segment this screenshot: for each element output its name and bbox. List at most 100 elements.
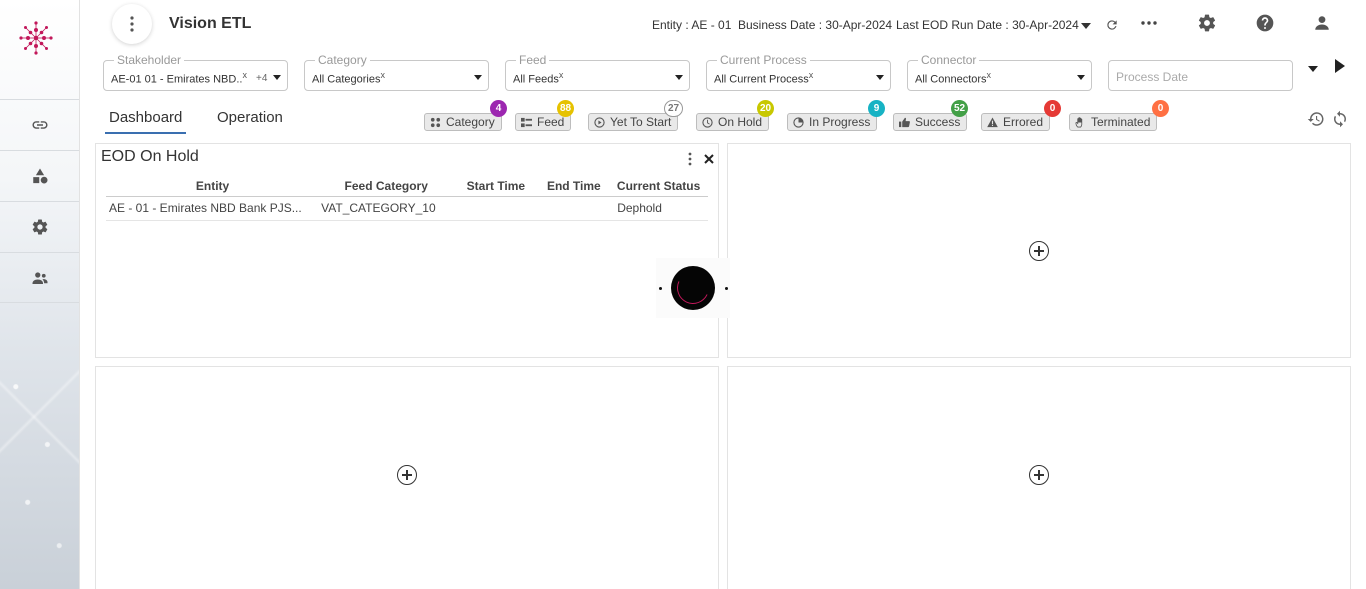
spinner-dot (659, 287, 662, 290)
cell-current-status: Dephold (609, 196, 708, 221)
chip-feed-count: 88 (557, 100, 575, 117)
empty-widget-panel-2 (95, 366, 719, 589)
tab-operation[interactable]: Operation (217, 109, 283, 134)
column-header-end-time[interactable]: End Time (538, 177, 610, 197)
chip-on-hold-count: 20 (757, 100, 775, 117)
chip-terminated[interactable]: Terminated (1069, 113, 1158, 131)
app-title: Vision ETL (169, 15, 252, 32)
empty-widget-panel-3 (727, 366, 1351, 589)
chip-category-label: Category (446, 115, 495, 129)
stakeholder-more-count: +4 (256, 73, 268, 84)
last-eod-info: Last EOD Run Date : 30-Apr-2024 (896, 18, 1079, 32)
category-value: All Categoriesx (312, 70, 385, 86)
entity-info: Entity : AE - 01 (652, 18, 731, 32)
main-menu-button[interactable] (112, 4, 152, 44)
sidebar-item-settings[interactable] (0, 201, 79, 252)
column-header-current-status[interactable]: Current Status (609, 177, 708, 197)
chip-in-progress[interactable]: In Progress (787, 113, 878, 131)
category-clear[interactable]: x (380, 70, 385, 80)
more-button[interactable] (1139, 13, 1159, 33)
user-profile-button[interactable] (1312, 13, 1332, 33)
apply-filter-button[interactable] (1335, 59, 1345, 73)
add-widget-button[interactable] (1029, 241, 1049, 261)
cell-end-time (538, 196, 610, 221)
business-date-label: Business Date : (738, 18, 823, 32)
connector-select[interactable]: Connector All Connectorsx (907, 53, 1092, 91)
chip-yet-to-start-count: 27 (664, 100, 684, 117)
dashboard-tools (1307, 110, 1349, 128)
entity-dropdown-button[interactable] (1076, 16, 1096, 36)
help-button[interactable] (1255, 13, 1275, 33)
panel-title: EOD On Hold (101, 148, 199, 165)
sidebar-item-users[interactable] (0, 252, 79, 303)
gear-icon (1198, 14, 1216, 32)
app-logo[interactable] (16, 18, 56, 58)
feed-select[interactable]: Feed All Feedsx (505, 53, 690, 91)
chip-category[interactable]: Category (424, 113, 502, 131)
category-value-text: All Categories (312, 73, 381, 86)
column-header-entity[interactable]: Entity (106, 177, 320, 197)
table-header-row: Entity Feed Category Start Time End Time… (106, 177, 708, 197)
hand-icon (1075, 116, 1083, 127)
chip-errored[interactable]: Errored (981, 113, 1051, 131)
connector-clear[interactable]: x (987, 70, 992, 80)
chip-category-count: 4 (490, 100, 507, 117)
current-process-select[interactable]: Current Process All Current Processx (706, 53, 891, 91)
sidebar-item-link[interactable] (0, 99, 79, 150)
chip-feed-label: Feed (537, 115, 565, 129)
close-icon[interactable] (704, 154, 714, 164)
current-process-clear[interactable]: x (809, 70, 814, 80)
history-icon[interactable] (1307, 110, 1325, 128)
gear-icon (32, 219, 48, 235)
caret-down-icon (474, 75, 482, 80)
chip-success-count: 52 (951, 100, 969, 117)
shapes-icon (33, 168, 48, 184)
spinner-icon (671, 266, 715, 310)
chip-in-progress-label: In Progress (809, 115, 871, 129)
chip-yet-to-start[interactable]: Yet To Start (588, 113, 679, 131)
refresh-button[interactable] (1102, 15, 1122, 35)
stakeholder-label: Stakeholder (114, 53, 185, 67)
process-date-input[interactable]: Process Date (1108, 60, 1293, 91)
business-date-value: 30-Apr-2024 (825, 18, 893, 32)
process-date-placeholder: Process Date (1116, 70, 1189, 84)
chip-in-progress-count: 9 (868, 100, 885, 117)
sidebar (0, 0, 80, 589)
feed-value-text: All Feeds (513, 73, 559, 86)
more-horizontal-icon (1141, 21, 1157, 25)
tab-dashboard[interactable]: Dashboard (105, 109, 187, 134)
cell-feed-category: VAT_CATEGORY_10 (319, 196, 454, 221)
user-icon (1315, 16, 1329, 30)
add-widget-button[interactable] (1029, 465, 1049, 485)
category-select[interactable]: Category All Categoriesx (304, 53, 489, 91)
current-process-value-text: All Current Process (714, 73, 809, 86)
sync-icon[interactable] (1331, 110, 1349, 128)
table-row[interactable]: AE - 01 - Emirates NBD Bank PJS... VAT_C… (106, 196, 708, 221)
sidebar-item-shapes[interactable] (0, 150, 79, 201)
last-eod-label: Last EOD Run Date : (896, 18, 1009, 32)
refresh-icon (1107, 20, 1117, 30)
thumbs-up-icon (899, 117, 910, 127)
chip-on-hold[interactable]: On Hold (696, 113, 770, 131)
panel-actions (688, 152, 714, 166)
connector-value-text: All Connectors (915, 73, 987, 86)
settings-button[interactable] (1197, 13, 1217, 33)
feed-clear[interactable]: x (559, 70, 564, 80)
more-vertical-icon (130, 16, 134, 32)
stakeholder-value: AE-01 01 - Emirates NBD..x (111, 70, 247, 86)
caret-down-icon (273, 75, 281, 80)
column-header-feed-category[interactable]: Feed Category (319, 177, 454, 197)
more-vertical-icon[interactable] (688, 152, 692, 166)
stakeholder-select[interactable]: Stakeholder AE-01 01 - Emirates NBD..x +… (103, 53, 288, 91)
add-widget-button[interactable] (397, 465, 417, 485)
connector-label: Connector (918, 53, 980, 67)
caret-down-icon (675, 75, 683, 80)
stakeholder-value-text: AE-01 01 - Emirates NBD.. (111, 73, 243, 86)
caret-down-icon (876, 75, 884, 80)
entity-label: Entity : (652, 18, 689, 32)
business-date-info: Business Date : 30-Apr-2024 (738, 18, 892, 32)
filter-expand-button[interactable] (1308, 66, 1318, 72)
column-header-start-time[interactable]: Start Time (453, 177, 539, 197)
stakeholder-clear[interactable]: x (242, 70, 247, 80)
warning-icon (987, 116, 998, 127)
